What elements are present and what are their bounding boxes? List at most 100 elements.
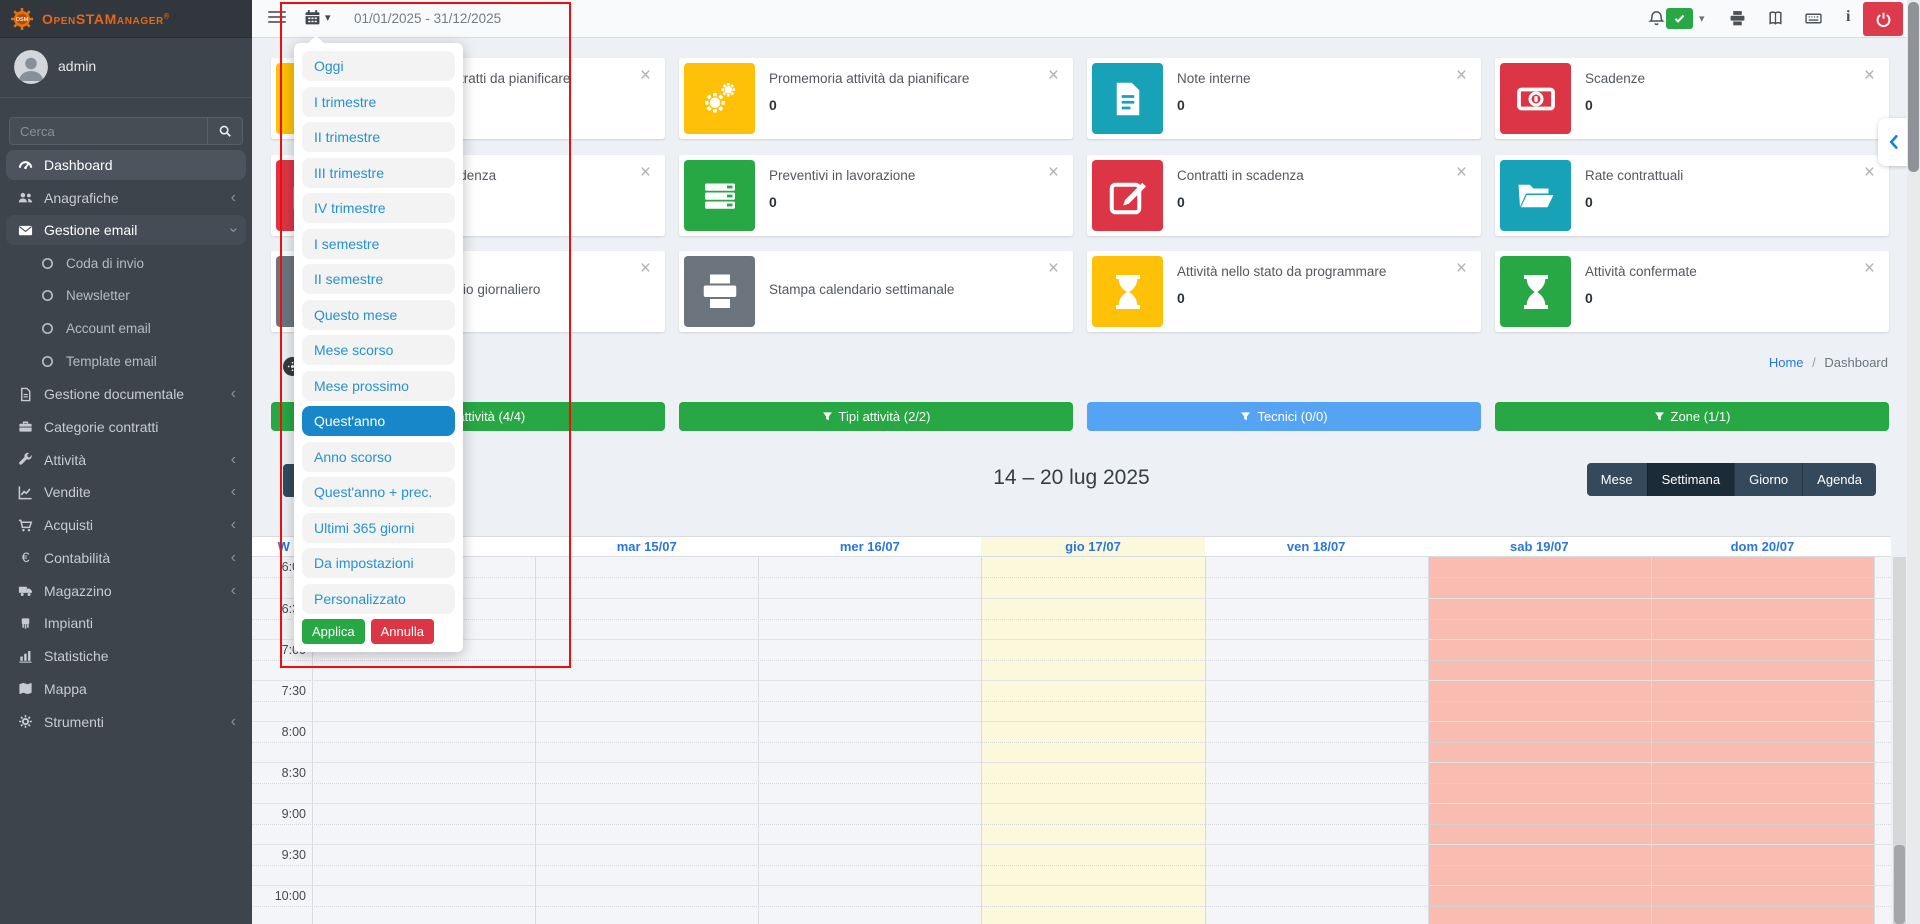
filter-button-zone-1-1[interactable]: Zone (1/1) — [1495, 402, 1889, 431]
sidebar-subitem-template-email[interactable]: Template email — [6, 346, 246, 376]
day-header-mer-16-07[interactable]: mer 16/07 — [758, 537, 981, 556]
time-row[interactable]: 6:00 — [252, 557, 1891, 598]
sidebar-item-dashboard[interactable]: Dashboard — [6, 150, 246, 180]
period-option-ii-semestre[interactable]: II semestre — [302, 264, 455, 294]
period-option-mese-scorso[interactable]: Mese scorso — [302, 335, 455, 365]
close-icon[interactable]: × — [1456, 163, 1467, 182]
date-range-label[interactable]: 01/01/2025 - 31/12/2025 — [354, 11, 501, 26]
sidebar-item-vendite[interactable]: Vendite‹ — [6, 477, 246, 507]
time-row[interactable]: 7:00 — [252, 639, 1891, 680]
printer-icon[interactable] — [1729, 10, 1746, 27]
period-option-i-semestre[interactable]: I semestre — [302, 229, 455, 259]
hamburger-menu-icon[interactable] — [268, 11, 286, 25]
period-selector-button[interactable]: ▾ — [304, 9, 331, 26]
close-icon[interactable]: × — [1864, 163, 1875, 182]
widget-card-rate-contrattuali[interactable]: Rate contrattuali0× — [1495, 155, 1889, 236]
widget-card-scadenze[interactable]: Scadenze0× — [1495, 58, 1889, 139]
sidebar-subitem-account-email[interactable]: Account email — [6, 314, 246, 344]
close-icon[interactable]: × — [1456, 66, 1467, 85]
widget-card-preventivi-in-lavorazione[interactable]: Preventivi in lavorazione0× — [679, 155, 1073, 236]
info-icon[interactable]: i — [1846, 8, 1850, 26]
widget-card-contratti-in-scadenza[interactable]: Contratti in scadenza0× — [1087, 155, 1481, 236]
breadcrumb-home-link[interactable]: Home — [1769, 355, 1804, 370]
close-icon[interactable]: × — [1864, 259, 1875, 278]
apply-button[interactable]: Applica — [302, 619, 365, 644]
close-icon[interactable]: × — [1456, 259, 1467, 278]
period-option-mese-prossimo[interactable]: Mese prossimo — [302, 371, 455, 401]
sidebar-item-gestione-documentale[interactable]: Gestione documentale‹ — [6, 379, 246, 409]
keyboard-icon[interactable] — [1805, 10, 1822, 27]
close-icon[interactable]: × — [1048, 259, 1059, 278]
sidebar-item-categorie-contratti[interactable]: Categorie contratti — [6, 412, 246, 442]
time-row[interactable]: 6:30 — [252, 598, 1891, 639]
period-option-ii-trimestre[interactable]: II trimestre — [302, 122, 455, 152]
calendar-scrollbar-thumb[interactable] — [1894, 845, 1905, 924]
view-button-giorno[interactable]: Giorno — [1734, 463, 1802, 496]
time-row[interactable]: 7:30 — [252, 680, 1891, 721]
close-icon[interactable]: × — [640, 163, 651, 182]
widget-card-note-interne[interactable]: Note interne0× — [1087, 58, 1481, 139]
sidebar-item-acquisti[interactable]: Acquisti‹ — [6, 510, 246, 540]
sidebar-item-impianti[interactable]: Impianti — [6, 608, 246, 638]
caret-down-icon[interactable]: ▾ — [1699, 12, 1705, 25]
time-row[interactable]: 9:30 — [252, 844, 1891, 885]
sidebar-subitem-coda-di-invio[interactable]: Coda di invio — [6, 248, 246, 278]
time-row[interactable]: 9:00 — [252, 803, 1891, 844]
period-option-ultimi-365-giorni[interactable]: Ultimi 365 giorni — [302, 513, 455, 543]
close-icon[interactable]: × — [640, 66, 651, 85]
widget-card-promemoria-attivit-da-pianificare[interactable]: Promemoria attività da pianificare0× — [679, 58, 1073, 139]
widget-card-attivit-nello-stato-da-programmare[interactable]: Attività nello stato da programmare0× — [1087, 251, 1481, 332]
filter-button-tecnici-0-0[interactable]: Tecnici (0/0) — [1087, 402, 1481, 431]
period-option-iv-trimestre[interactable]: IV trimestre — [302, 193, 455, 223]
time-row[interactable]: 8:30 — [252, 762, 1891, 803]
period-option-anno-scorso[interactable]: Anno scorso — [302, 442, 455, 472]
period-option-personalizzato[interactable]: Personalizzato — [302, 584, 455, 614]
sidebar-item-gestione-email[interactable]: Gestione email‹ — [6, 215, 246, 245]
sidebar-item-anagrafiche[interactable]: Anagrafiche‹ — [6, 183, 246, 213]
period-option-oggi[interactable]: Oggi — [302, 51, 455, 81]
close-icon[interactable]: × — [1864, 66, 1875, 85]
close-icon[interactable]: × — [1048, 163, 1059, 182]
sidebar-item-strumenti[interactable]: Strumenti‹ — [6, 707, 246, 737]
time-row[interactable]: 10:00 — [252, 885, 1891, 924]
period-option-questo-mese[interactable]: Questo mese — [302, 300, 455, 330]
euro-icon: € — [16, 550, 34, 565]
close-icon[interactable]: × — [1048, 66, 1059, 85]
cancel-button[interactable]: Annulla — [371, 619, 434, 644]
book-icon[interactable] — [1767, 10, 1784, 27]
logout-button[interactable] — [1863, 2, 1903, 36]
day-header-dom-20-07[interactable]: dom 20/07 — [1651, 537, 1874, 556]
day-header-sab-19-07[interactable]: sab 19/07 — [1428, 537, 1651, 556]
app-logo[interactable]: OSM OpenSTAManager® — [0, 0, 252, 38]
search-button[interactable] — [207, 117, 243, 145]
sidebar-item-contabilit[interactable]: €Contabilità‹ — [6, 543, 246, 573]
right-panel-toggle[interactable] — [1878, 118, 1908, 166]
filter-button-tipi-attivit-2-2[interactable]: Tipi attività (2/2) — [679, 402, 1073, 431]
page-scrollbar[interactable] — [1907, 0, 1920, 924]
period-option-iii-trimestre[interactable]: III trimestre — [302, 158, 455, 188]
search-input[interactable] — [9, 117, 207, 145]
day-header-gio-17-07[interactable]: gio 17/07 — [981, 537, 1204, 556]
period-option-quest-anno-prec[interactable]: Quest'anno + prec. — [302, 477, 455, 507]
sidebar-item-magazzino[interactable]: Magazzino‹ — [6, 576, 246, 606]
day-header-ven-18-07[interactable]: ven 18/07 — [1205, 537, 1428, 556]
widget-card-attivit-confermate[interactable]: Attività confermate0× — [1495, 251, 1889, 332]
sidebar-item-attivit[interactable]: Attività‹ — [6, 445, 246, 475]
sidebar-subitem-newsletter[interactable]: Newsletter — [6, 281, 246, 311]
status-ok-button[interactable] — [1666, 8, 1693, 29]
calendar-scrollbar[interactable] — [1893, 557, 1906, 924]
bell-icon[interactable] — [1648, 10, 1665, 27]
view-button-settimana[interactable]: Settimana — [1647, 463, 1735, 496]
view-button-mese[interactable]: Mese — [1587, 463, 1647, 496]
day-header-mar-15-07[interactable]: mar 15/07 — [535, 537, 758, 556]
view-button-agenda[interactable]: Agenda — [1802, 463, 1876, 496]
sidebar-item-statistiche[interactable]: Statistiche — [6, 641, 246, 671]
period-option-i-trimestre[interactable]: I trimestre — [302, 87, 455, 117]
widget-card-stampa-calendario-settimanale[interactable]: Stampa calendario settimanale× — [679, 251, 1073, 332]
time-row[interactable]: 8:00 — [252, 721, 1891, 762]
sidebar-item-mappa[interactable]: Mappa — [6, 674, 246, 704]
close-icon[interactable]: × — [640, 259, 651, 278]
period-option-quest-anno[interactable]: Quest'anno — [302, 406, 455, 436]
period-option-da-impostazioni[interactable]: Da impostazioni — [302, 548, 455, 578]
page-scrollbar-thumb[interactable] — [1908, 2, 1919, 172]
